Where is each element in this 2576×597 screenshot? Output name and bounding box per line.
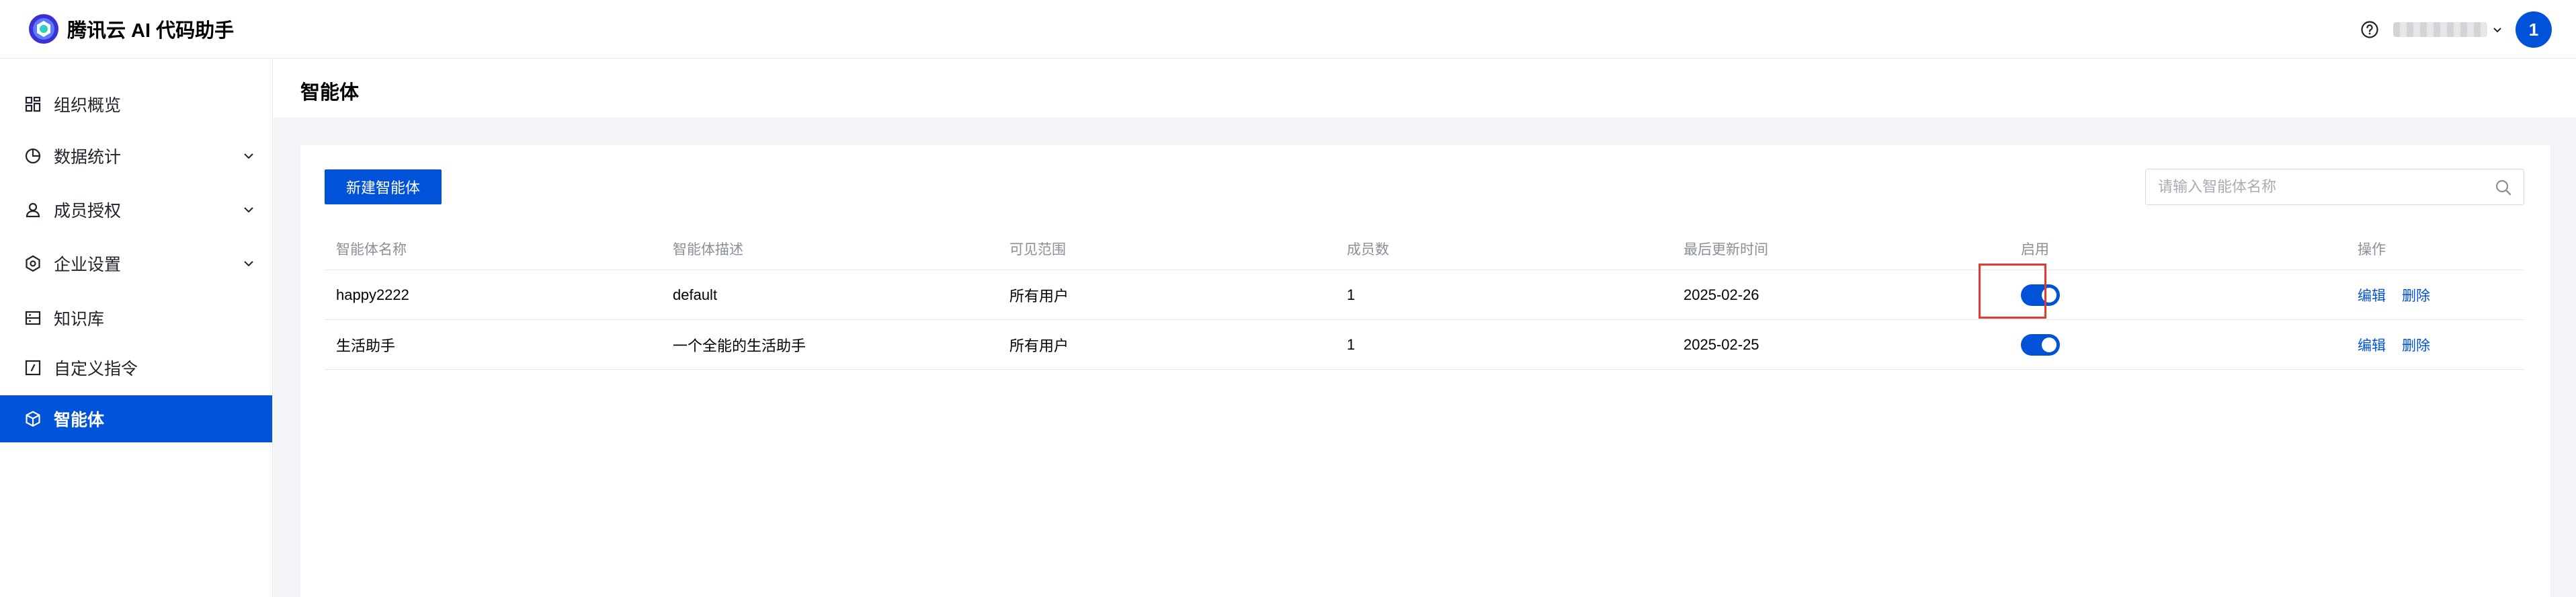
top-right-tools: username 1 <box>2360 11 2552 48</box>
dashboard-grid-icon <box>25 96 41 112</box>
delete-link[interactable]: 删除 <box>2402 285 2430 305</box>
sidebar-item-label: 智能体 <box>54 411 105 430</box>
user-icon <box>26 202 40 218</box>
sidebar-item-custom-commands[interactable]: 自定义指令 <box>0 344 272 391</box>
enable-toggle[interactable] <box>2021 284 2060 306</box>
sidebar-item-label: 企业设置 <box>54 255 122 274</box>
agent-scope: 所有用户 <box>1009 287 1069 305</box>
edit-link[interactable]: 编辑 <box>2358 285 2386 305</box>
gear-icon <box>26 255 40 272</box>
sidebar-item-label: 数据统计 <box>54 148 122 167</box>
user-name[interactable]: username <box>2393 22 2487 37</box>
table-header-row: 智能体名称 智能体描述 可见范围 成员数 最后更新时间 启用 操作 <box>325 227 2524 270</box>
avatar[interactable]: 1 <box>2516 11 2552 48</box>
actions-cell: 编辑 删除 <box>2358 270 2446 319</box>
enabled-cell <box>2021 320 2060 369</box>
agents-table: 智能体名称 智能体描述 可见范围 成员数 最后更新时间 启用 操作 happy2… <box>325 227 2524 370</box>
chevron-down-icon <box>244 153 253 159</box>
page-title: 智能体 <box>300 82 360 104</box>
table-row: happy2222 default 所有用户 1 2025-02-26 编辑 删… <box>325 270 2524 320</box>
agent-scope: 所有用户 <box>1009 337 1069 354</box>
top-bar: 腾讯云 AI 代码助手 username 1 <box>0 0 2576 58</box>
agent-name: 生活助手 <box>336 337 396 354</box>
column-header-members: 成员数 <box>1347 241 1389 257</box>
toggle-knob <box>2042 287 2056 303</box>
edit-link[interactable]: 编辑 <box>2358 335 2386 355</box>
enable-toggle[interactable] <box>2021 333 2060 356</box>
brand[interactable]: 腾讯云 AI 代码助手 <box>28 13 234 44</box>
sidebar-item-agents[interactable]: 智能体 <box>0 395 272 442</box>
delete-link[interactable]: 删除 <box>2402 335 2430 355</box>
column-header-description: 智能体描述 <box>673 241 743 257</box>
app-root: 腾讯云 AI 代码助手 username 1 组织概览 <box>0 0 2576 597</box>
sidebar-item-label: 组织概览 <box>54 96 122 115</box>
help-icon[interactable] <box>2360 19 2380 40</box>
command-icon <box>25 360 41 376</box>
agent-member-count: 1 <box>1347 335 1356 353</box>
column-header-enabled: 启用 <box>2021 241 2049 257</box>
pie-chart-icon <box>25 148 41 164</box>
agent-description: 一个全能的生活助手 <box>673 337 806 354</box>
agent-updated-time: 2025-02-25 <box>1684 335 1759 353</box>
content-card: 新建智能体 智能体名称 智能体描述 可见范围 成员数 最后更新时间 启用 操作 … <box>300 145 2550 597</box>
search-box <box>2145 169 2524 205</box>
sidebar-item-statistics[interactable]: 数据统计 <box>0 132 272 180</box>
sidebar-item-knowledge-base[interactable]: 知识库 <box>0 294 272 342</box>
toggle-knob <box>2042 337 2056 352</box>
enabled-cell <box>2021 270 2060 319</box>
cube-icon <box>26 411 40 427</box>
column-header-actions: 操作 <box>2358 241 2386 257</box>
sidebar-item-label: 知识库 <box>54 310 105 329</box>
sidebar-item-members[interactable]: 成员授权 <box>0 186 272 233</box>
agent-description: default <box>673 286 718 303</box>
agent-member-count: 1 <box>1347 286 1356 303</box>
sidebar-item-enterprise-settings[interactable]: 企业设置 <box>0 240 272 287</box>
table-row: 生活助手 一个全能的生活助手 所有用户 1 2025-02-25 编辑 删除 <box>325 320 2524 370</box>
search-icon[interactable] <box>2494 178 2513 197</box>
column-header-name: 智能体名称 <box>336 241 407 257</box>
chevron-down-icon <box>244 261 253 267</box>
search-input[interactable] <box>2146 169 2482 204</box>
agent-name: happy2222 <box>336 286 409 303</box>
sidebar-item-overview[interactable]: 组织概览 <box>0 81 272 128</box>
column-header-updated: 最后更新时间 <box>1684 241 1768 257</box>
new-agent-button[interactable]: 新建智能体 <box>325 169 442 204</box>
database-icon <box>25 311 41 325</box>
sidebar: 组织概览 数据统计 成员授权 企业设置 知识库 自定义指令 智能体 <box>0 59 273 597</box>
agent-updated-time: 2025-02-26 <box>1684 286 1759 303</box>
chevron-down-icon[interactable] <box>2491 24 2503 36</box>
chevron-down-icon <box>244 207 253 213</box>
actions-cell: 编辑 删除 <box>2358 320 2446 369</box>
brand-logo-icon <box>29 14 58 44</box>
sidebar-item-label: 自定义指令 <box>54 360 138 379</box>
page-header: 智能体 <box>274 59 2576 118</box>
app-name: 腾讯云 AI 代码助手 <box>67 20 235 42</box>
column-header-scope: 可见范围 <box>1009 241 1066 257</box>
sidebar-item-label: 成员授权 <box>54 202 122 221</box>
